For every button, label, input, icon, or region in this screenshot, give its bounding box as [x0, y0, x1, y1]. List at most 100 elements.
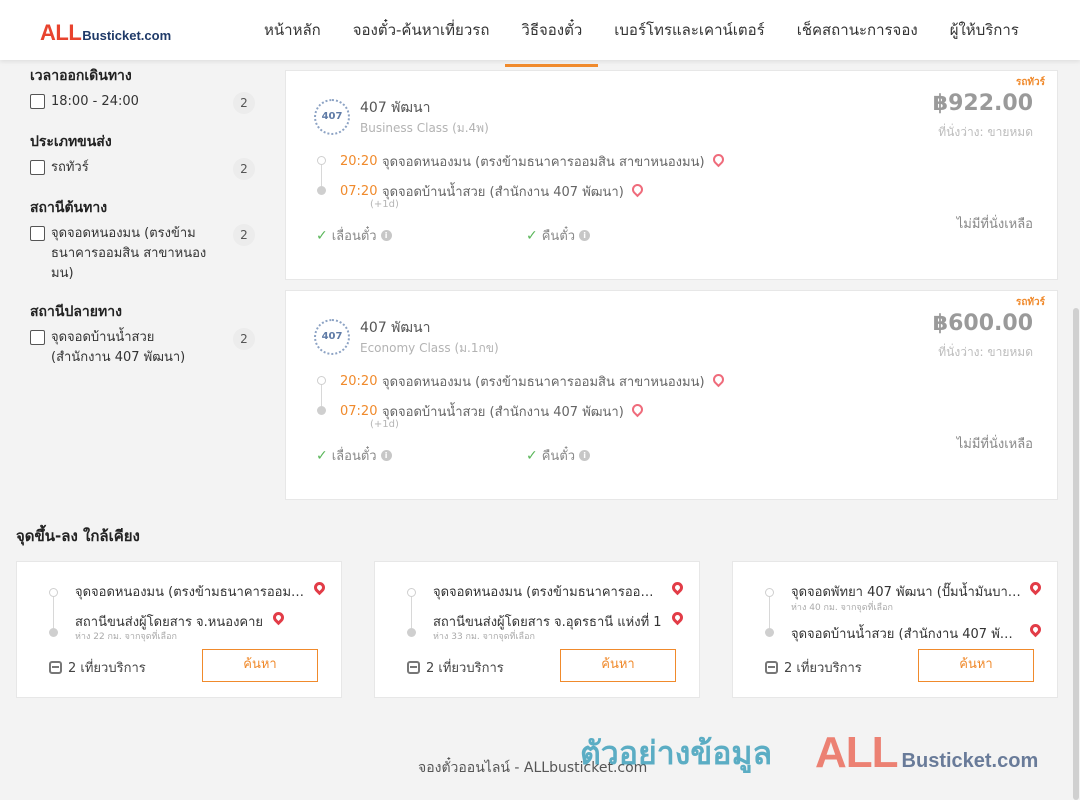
destination-dot-icon	[765, 628, 774, 637]
search-button[interactable]: ค้นหา	[560, 649, 676, 682]
operator-name: 407 พัฒนา	[360, 100, 431, 116]
filter-option[interactable]: รถทัวร์ 2	[30, 158, 255, 180]
filter-count-badge: 2	[233, 328, 255, 350]
nearby-card: จุดจอดพัทยา 407 พัฒนา (ปั๊มน้ำมันบางจาก)…	[732, 561, 1058, 698]
route-line	[53, 594, 54, 630]
next-day-indicator: (+1d)	[370, 199, 399, 210]
origin-dot-icon	[765, 588, 774, 597]
trip-card[interactable]: รถทัวร์ 407 407 พัฒนา Economy Class (ม.1…	[285, 290, 1058, 500]
nearby-section-title: จุดขึ้น-ลง ใกล้เคียง	[16, 527, 140, 545]
nearby-card: จุดจอดหนองมน (ตรงข้ามธนาคารออมสิน สาขาหน…	[16, 561, 342, 698]
ticket-price: ฿922.00	[932, 91, 1033, 116]
trip-card[interactable]: รถทัวร์ 407 407 พัฒนา Business Class (ม.…	[285, 70, 1058, 280]
map-pin-icon[interactable]	[1027, 579, 1044, 596]
map-pin-icon[interactable]	[311, 579, 328, 596]
filter-destination-station: สถานีปลายทาง จุดจอดบ้านน้ำสวย (สำนักงาน …	[30, 298, 255, 368]
filter-title: เวลาออกเดินทาง	[30, 68, 132, 84]
route-timeline: 20:20 จุดจอดหนองมน (ตรงข้ามธนาคารออมสิน …	[316, 151, 816, 211]
feature-refund: ✓ คืนตั๋ว i	[526, 225, 591, 246]
logo-all-text: ALL	[40, 20, 82, 45]
nearby-card: จุดจอดหนองมน (ตรงข้ามธนาคารออมสิน สาขาหน…	[374, 561, 700, 698]
nearby-origin: จุดจอดหนองมน (ตรงข้ามธนาคารออมสิน สาขาหน…	[433, 585, 661, 600]
map-pin-icon[interactable]	[669, 579, 686, 596]
trip-count-label: 2 เที่ยวบริการ	[426, 661, 504, 676]
seats-available: ที่นั่งว่าง: ขายหมด	[938, 345, 1033, 359]
checkbox[interactable]	[30, 94, 45, 109]
filter-option-label: จุดจอดบ้านน้ำสวย (สำนักงาน 407 พัฒนา)	[51, 330, 186, 365]
route-timeline: 20:20 จุดจอดหนองมน (ตรงข้ามธนาคารออมสิน …	[316, 371, 816, 431]
checkbox[interactable]	[30, 160, 45, 175]
departure-stop-name: จุดจอดหนองมน (ตรงข้ามธนาคารออมสิน สาขาหน…	[382, 375, 705, 390]
info-icon[interactable]: i	[380, 450, 392, 461]
nav-operators[interactable]: ผู้ให้บริการ	[934, 0, 1035, 60]
arrival-dot-icon	[317, 186, 326, 195]
arrival-time: 07:20	[340, 404, 378, 419]
nearby-trip-count: 2 เที่ยวบริการ	[49, 657, 146, 678]
feature-label: คืนตั๋ว	[541, 449, 576, 464]
info-icon[interactable]: i	[579, 230, 591, 241]
filter-sidebar: เวลาออกเดินทาง 18:00 - 24:00 2 ประเภทขนส…	[30, 62, 255, 382]
filter-option[interactable]: จุดจอดบ้านน้ำสวย (สำนักงาน 407 พัฒนา) 2	[30, 328, 255, 368]
search-button[interactable]: ค้นหา	[202, 649, 318, 682]
bus-icon	[407, 661, 420, 674]
nav-how-to-book[interactable]: วิธีจองตั๋ว	[505, 0, 599, 67]
feature-reschedule: ✓ เลื่อนตั๋ว i	[316, 445, 392, 466]
nav-book-search[interactable]: จองตั๋ว-ค้นหาเที่ยวรถ	[337, 0, 506, 60]
map-pin-icon[interactable]	[270, 609, 287, 626]
filter-option-label: รถทัวร์	[51, 160, 89, 175]
route-line	[411, 594, 412, 630]
top-header: ALL Busticket.com หน้าหลัก จองตั๋ว-ค้นหา…	[0, 0, 1080, 67]
watermark-logo: ALL Busticket.com	[815, 728, 1038, 778]
destination-dot-icon	[49, 628, 58, 637]
map-pin-icon[interactable]	[1027, 621, 1044, 638]
seats-available: ที่นั่งว่าง: ขายหมด	[938, 125, 1033, 139]
checkbox[interactable]	[30, 330, 45, 345]
trip-count-label: 2 เที่ยวบริการ	[68, 661, 146, 676]
next-day-indicator: (+1d)	[370, 419, 399, 430]
origin-dot-icon	[49, 588, 58, 597]
filter-title: ประเภทขนส่ง	[30, 134, 112, 150]
nearby-distance: ห่าง 40 กม. จากจุดที่เลือก	[791, 603, 893, 613]
nearby-destination: จุดจอดบ้านน้ำสวย (สำนักงาน 407 พัฒนา)	[791, 627, 1023, 642]
bus-class: Business Class (ม.4พ)	[360, 121, 489, 135]
bus-icon	[765, 661, 778, 674]
filter-option-label: 18:00 - 24:00	[51, 94, 139, 109]
main-nav: หน้าหลัก จองตั๋ว-ค้นหาเที่ยวรถ วิธีจองตั…	[248, 0, 1035, 67]
nav-home[interactable]: หน้าหลัก	[248, 0, 337, 60]
destination-dot-icon	[407, 628, 416, 637]
filter-option[interactable]: 18:00 - 24:00 2	[30, 92, 255, 114]
no-seat-status: ไม่มีที่นั่งเหลือ	[956, 437, 1033, 452]
map-pin-icon[interactable]	[710, 151, 726, 168]
checkbox[interactable]	[30, 226, 45, 241]
nearby-origin: จุดจอดพัทยา 407 พัฒนา (ปั๊มน้ำมันบางจาก)	[791, 585, 1023, 600]
nearby-origin: จุดจอดหนองมน (ตรงข้ามธนาคารออมสิน สาขาหน…	[75, 585, 307, 600]
filter-option[interactable]: จุดจอดหนองมน (ตรงข้ามธนาคารออมสิน สาขาหน…	[30, 224, 255, 284]
departure-stop-name: จุดจอดหนองมน (ตรงข้ามธนาคารออมสิน สาขาหน…	[382, 155, 705, 170]
logo-busticket-text: Busticket.com	[82, 28, 172, 43]
scrollbar-thumb[interactable]	[1073, 308, 1079, 800]
watermark-logo-rest: Busticket.com	[901, 750, 1039, 772]
nav-phone-counters[interactable]: เบอร์โทรและเคาน์เตอร์	[598, 0, 780, 60]
check-icon: ✓	[526, 447, 538, 464]
filter-option-label: จุดจอดหนองมน (ตรงข้ามธนาคารออมสิน สาขาหน…	[51, 226, 207, 281]
map-pin-icon[interactable]	[710, 371, 726, 388]
info-icon[interactable]: i	[579, 450, 591, 461]
map-pin-icon[interactable]	[669, 609, 686, 626]
departure-stop: 20:20 จุดจอดหนองมน (ตรงข้ามธนาคารออมสิน …	[340, 151, 726, 172]
feature-reschedule: ✓ เลื่อนตั๋ว i	[316, 225, 392, 246]
departure-dot-icon	[317, 376, 326, 385]
origin-dot-icon	[407, 588, 416, 597]
nearby-trip-count: 2 เที่ยวบริการ	[765, 657, 862, 678]
no-seat-status: ไม่มีที่นั่งเหลือ	[956, 217, 1033, 232]
filter-title: สถานีปลายทาง	[30, 304, 122, 320]
search-button[interactable]: ค้นหา	[918, 649, 1034, 682]
trip-count-label: 2 เที่ยวบริการ	[784, 661, 862, 676]
map-pin-icon[interactable]	[629, 181, 646, 198]
map-pin-icon[interactable]	[629, 401, 646, 418]
nav-check-booking[interactable]: เช็คสถานะการจอง	[781, 0, 934, 60]
check-icon: ✓	[316, 447, 328, 464]
page-scrollbar[interactable]	[1072, 60, 1080, 800]
feature-label: เลื่อนตั๋ว	[331, 229, 377, 244]
info-icon[interactable]: i	[380, 230, 392, 241]
site-logo[interactable]: ALL Busticket.com	[40, 20, 171, 46]
